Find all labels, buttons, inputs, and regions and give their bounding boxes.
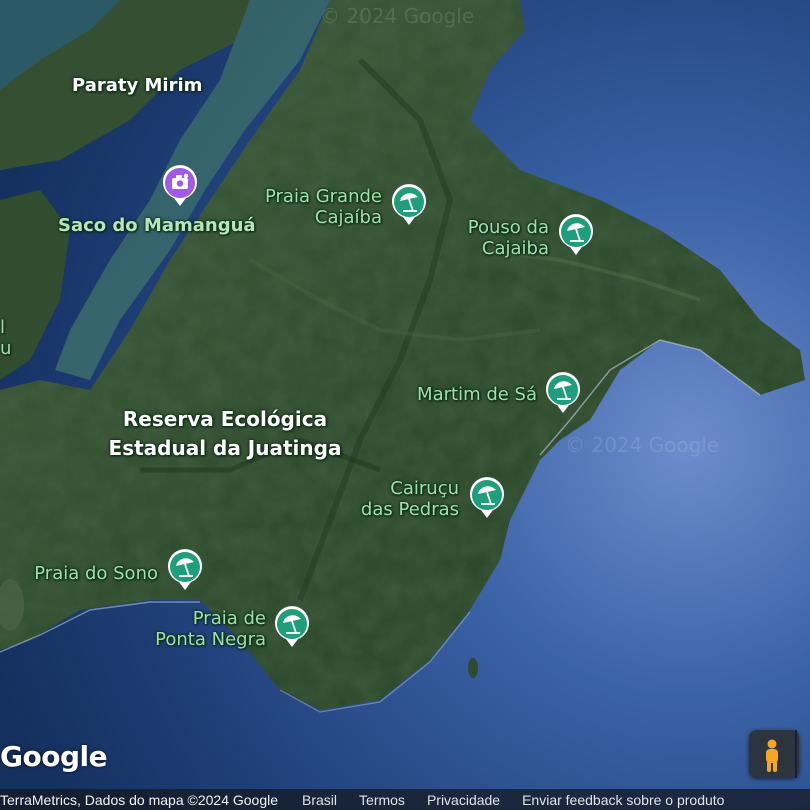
place-label-reserva-juatinga[interactable]: Reserva Ecológica Estadual da Juatinga xyxy=(100,405,350,463)
photo-pin-saco-do-mamangua[interactable] xyxy=(161,164,199,208)
pin-label-praia-grande-cajaiba[interactable]: Praia Grande Cajaíba xyxy=(254,186,382,228)
clipped-label: l u xyxy=(0,317,11,359)
control-divider xyxy=(795,730,797,778)
place-label-paraty-mirim[interactable]: Paraty Mirim xyxy=(72,75,202,96)
feedback-link[interactable]: Enviar feedback sobre o produto xyxy=(522,792,724,808)
watermark: © 2024 Google xyxy=(565,433,720,457)
label-line: Cajaíba xyxy=(314,207,382,228)
pin-label-martim-de-sa[interactable]: Martim de Sá xyxy=(403,384,537,405)
watermark: © 2024 Google xyxy=(320,4,475,28)
pin-label-pouso-da-cajaiba[interactable]: Pouso da Cajaiba xyxy=(455,217,549,259)
country-link[interactable]: Brasil xyxy=(302,792,337,808)
attribution-bar: TerraMetrics, Dados do mapa ©2024 Google… xyxy=(0,789,810,810)
beach-pin-pouso-da-cajaiba[interactable] xyxy=(557,213,595,257)
label-line: Pouso da xyxy=(467,217,549,238)
label-line: das Pedras xyxy=(360,499,459,520)
pegman-icon xyxy=(766,739,778,772)
label-line: Ponta Negra xyxy=(155,629,266,650)
label-line: l xyxy=(0,317,6,338)
label-line: Cairuçu xyxy=(390,478,459,499)
label-line: Reserva Ecológica xyxy=(122,407,328,431)
map-data-credit: TerraMetrics, Dados do mapa ©2024 Google xyxy=(0,791,279,808)
pin-label-praia-de-ponta-negra[interactable]: Praia de Ponta Negra xyxy=(140,608,266,650)
privacy-link[interactable]: Privacidade xyxy=(427,792,500,808)
terms-link[interactable]: Termos xyxy=(359,792,405,808)
label-line: Estadual da Juatinga xyxy=(108,436,342,460)
label-line: Praia Grande xyxy=(264,186,382,207)
pin-label-praia-do-sono[interactable]: Praia do Sono xyxy=(20,563,158,584)
label-line: Cajaiba xyxy=(481,238,549,259)
label-line: Praia de xyxy=(192,608,266,629)
beach-pin-praia-de-ponta-negra[interactable] xyxy=(273,605,311,649)
beach-pin-martim-de-sa[interactable] xyxy=(544,371,582,415)
google-logo: Google xyxy=(0,740,108,773)
pin-label-saco-do-mamangua[interactable]: Saco do Mamanguá xyxy=(58,215,256,236)
beach-pin-praia-grande-cajaiba[interactable] xyxy=(390,183,428,227)
beach-pin-praia-do-sono[interactable] xyxy=(166,548,204,592)
pin-label-cairucu-das-pedras[interactable]: Cairuçu das Pedras xyxy=(346,478,459,520)
beach-pin-cairucu-das-pedras[interactable] xyxy=(468,476,506,520)
label-line: u xyxy=(0,338,12,359)
street-view-pegman-button[interactable] xyxy=(749,730,799,778)
